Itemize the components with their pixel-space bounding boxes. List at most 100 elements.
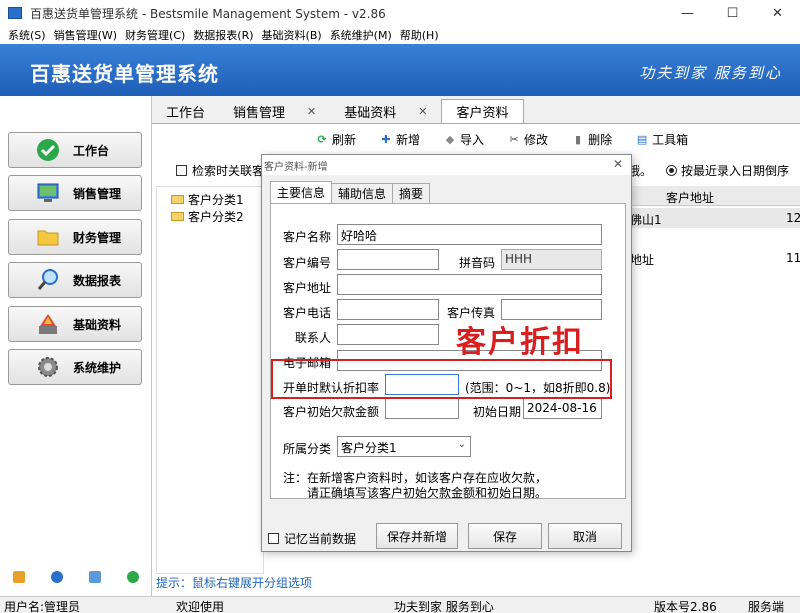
contact-label: 联系人	[295, 331, 332, 345]
remember-data-checkbox[interactable]: 记忆当前数据	[268, 530, 356, 547]
clock-icon[interactable]	[51, 571, 63, 583]
save-button[interactable]: 保存	[468, 523, 542, 549]
category-value: 客户分类1	[341, 441, 397, 455]
table-row[interactable]: 地址 11	[630, 248, 800, 268]
init-debt-label: 客户初始欠款金额	[283, 405, 380, 419]
pinyin-label: 拼音码	[459, 256, 496, 270]
nav-sales-button[interactable]: 销售管理	[8, 175, 142, 211]
customer-phone-input[interactable]	[337, 299, 439, 320]
tab-main-info[interactable]: 主要信息	[270, 181, 333, 203]
tab-label: 工作台	[166, 105, 206, 121]
import-icon: ◆	[445, 132, 455, 146]
nav-label: 数据报表	[73, 273, 122, 288]
refresh-button[interactable]: ⟳ 刷新	[316, 131, 356, 148]
init-date-label: 初始日期	[473, 405, 522, 419]
cell-number: 11	[786, 251, 800, 265]
table-row[interactable]: 佛山1 12	[630, 208, 800, 228]
tab-workbench[interactable]: 工作台	[152, 99, 220, 123]
close-icon[interactable]: ✕	[307, 105, 316, 118]
palette-icon	[35, 311, 61, 337]
customer-address-input[interactable]	[337, 274, 602, 295]
toolbox-icon: ▤	[636, 132, 648, 146]
tab-basic-data[interactable]: 基础资料 ✕	[330, 99, 442, 123]
cancel-button[interactable]: 取消	[548, 523, 622, 549]
tab-customers[interactable]: 客户资料	[441, 99, 524, 123]
checkbox	[268, 533, 279, 544]
nav-finance-button[interactable]: 财务管理	[8, 219, 142, 255]
tab-summary[interactable]: 摘要	[392, 183, 431, 203]
menu-reports[interactable]: 数据报表(R)	[193, 27, 253, 43]
add-label: 新增	[396, 132, 421, 147]
nav-label: 基础资料	[73, 317, 122, 332]
tree-item[interactable]: 客户分类2	[171, 208, 244, 225]
init-date-input[interactable]: 2024-08-16	[523, 398, 602, 419]
folder-icon	[171, 212, 184, 221]
customer-name-input[interactable]: 好哈哈	[337, 224, 602, 245]
customer-code-input[interactable]	[337, 249, 439, 270]
delete-button[interactable]: ▮ 删除	[572, 131, 612, 148]
column-header-address[interactable]: 客户地址	[666, 189, 714, 206]
nav-maintenance-button[interactable]: 系统维护	[8, 349, 142, 385]
dialog-title-bar: 客户资料-新增 ✕	[262, 155, 631, 175]
left-nav: 工作台 销售管理 财务管理 数据报表 基础资料 系统维护	[0, 96, 152, 596]
chevron-down-icon: ⌄	[457, 439, 466, 450]
import-button[interactable]: ◆ 导入	[444, 131, 484, 148]
folder-icon	[35, 224, 61, 250]
toolbox-label: 工具箱	[652, 132, 689, 147]
sort-recent-radio[interactable]: 按最近录入日期倒序	[666, 162, 789, 179]
maximize-button[interactable]: ☐	[710, 0, 755, 26]
code-label: 客户编号	[283, 256, 332, 270]
tab-label: 销售管理	[233, 105, 286, 121]
note-line-1: 注：在新增客户资料时，如该客户存在应收欠款，	[283, 471, 548, 485]
category-tree: 客户分类1 客户分类2	[156, 186, 264, 574]
minimize-button[interactable]: —	[665, 0, 710, 26]
dialog-tabs: 主要信息 辅助信息 摘要	[270, 181, 431, 203]
link-search-label: 检索时关联客	[192, 164, 265, 178]
edit-icon: ✂	[509, 132, 519, 146]
app-icon	[8, 7, 22, 19]
cell-number: 12	[786, 211, 800, 225]
annotation-text: 客户折扣	[456, 325, 584, 360]
banner: 百惠送货单管理系统 功夫到家 服务到心	[0, 44, 800, 96]
category-select[interactable]: 客户分类1 ⌄	[337, 436, 471, 457]
checkmark-icon	[35, 137, 61, 163]
toolbox-button[interactable]: ▤ 工具箱	[636, 131, 688, 148]
tab-sales[interactable]: 销售管理 ✕	[219, 99, 331, 123]
tree-label: 客户分类1	[188, 193, 244, 207]
nav-label: 财务管理	[73, 230, 122, 245]
link-search-checkbox[interactable]	[176, 165, 187, 176]
tree-item[interactable]: 客户分类1	[171, 191, 244, 208]
banner-slogan: 功夫到家 服务到心	[639, 64, 782, 82]
save-and-add-button[interactable]: 保存并新增	[376, 523, 458, 549]
delete-label: 删除	[588, 132, 613, 147]
menu-basic-data[interactable]: 基础资料(B)	[262, 27, 322, 43]
menu-maintenance[interactable]: 系统维护(M)	[330, 27, 392, 43]
menu-help[interactable]: 帮助(H)	[400, 27, 439, 43]
add-button[interactable]: ✚ 新增	[380, 131, 420, 148]
trash-icon: ▮	[575, 132, 582, 146]
nav-bottom-icons	[0, 566, 152, 588]
menu-finance[interactable]: 财务管理(C)	[125, 27, 185, 43]
menu-sales[interactable]: 销售管理(W)	[54, 27, 117, 43]
lock-icon[interactable]	[13, 571, 25, 583]
nav-label: 工作台	[73, 143, 110, 158]
nav-basic-data-button[interactable]: 基础资料	[8, 306, 142, 342]
close-button[interactable]: ✕	[755, 0, 800, 26]
close-icon[interactable]: ✕	[418, 105, 427, 118]
hint-text: 提示：鼠标右键展开分组选项	[156, 576, 313, 590]
init-debt-input[interactable]	[385, 398, 459, 419]
nav-workbench-button[interactable]: 工作台	[8, 132, 142, 168]
exit-icon[interactable]	[127, 571, 139, 583]
calculator-icon[interactable]	[89, 571, 101, 583]
edit-label: 修改	[524, 132, 549, 147]
tab-aux-info[interactable]: 辅助信息	[331, 183, 394, 203]
plus-icon: ✚	[381, 132, 391, 146]
note-line-2: 请正确填写该客户初始欠款金额和初始日期。	[307, 486, 548, 500]
edit-button[interactable]: ✂ 修改	[508, 131, 548, 148]
contact-input[interactable]	[337, 324, 439, 345]
dialog-close-button[interactable]: ✕	[613, 157, 623, 171]
menu-system[interactable]: 系统(S)	[8, 27, 46, 43]
status-welcome: 欢迎使用	[176, 600, 225, 613]
system-name: 百惠送货单管理系统	[30, 62, 219, 86]
nav-reports-button[interactable]: 数据报表	[8, 262, 142, 298]
